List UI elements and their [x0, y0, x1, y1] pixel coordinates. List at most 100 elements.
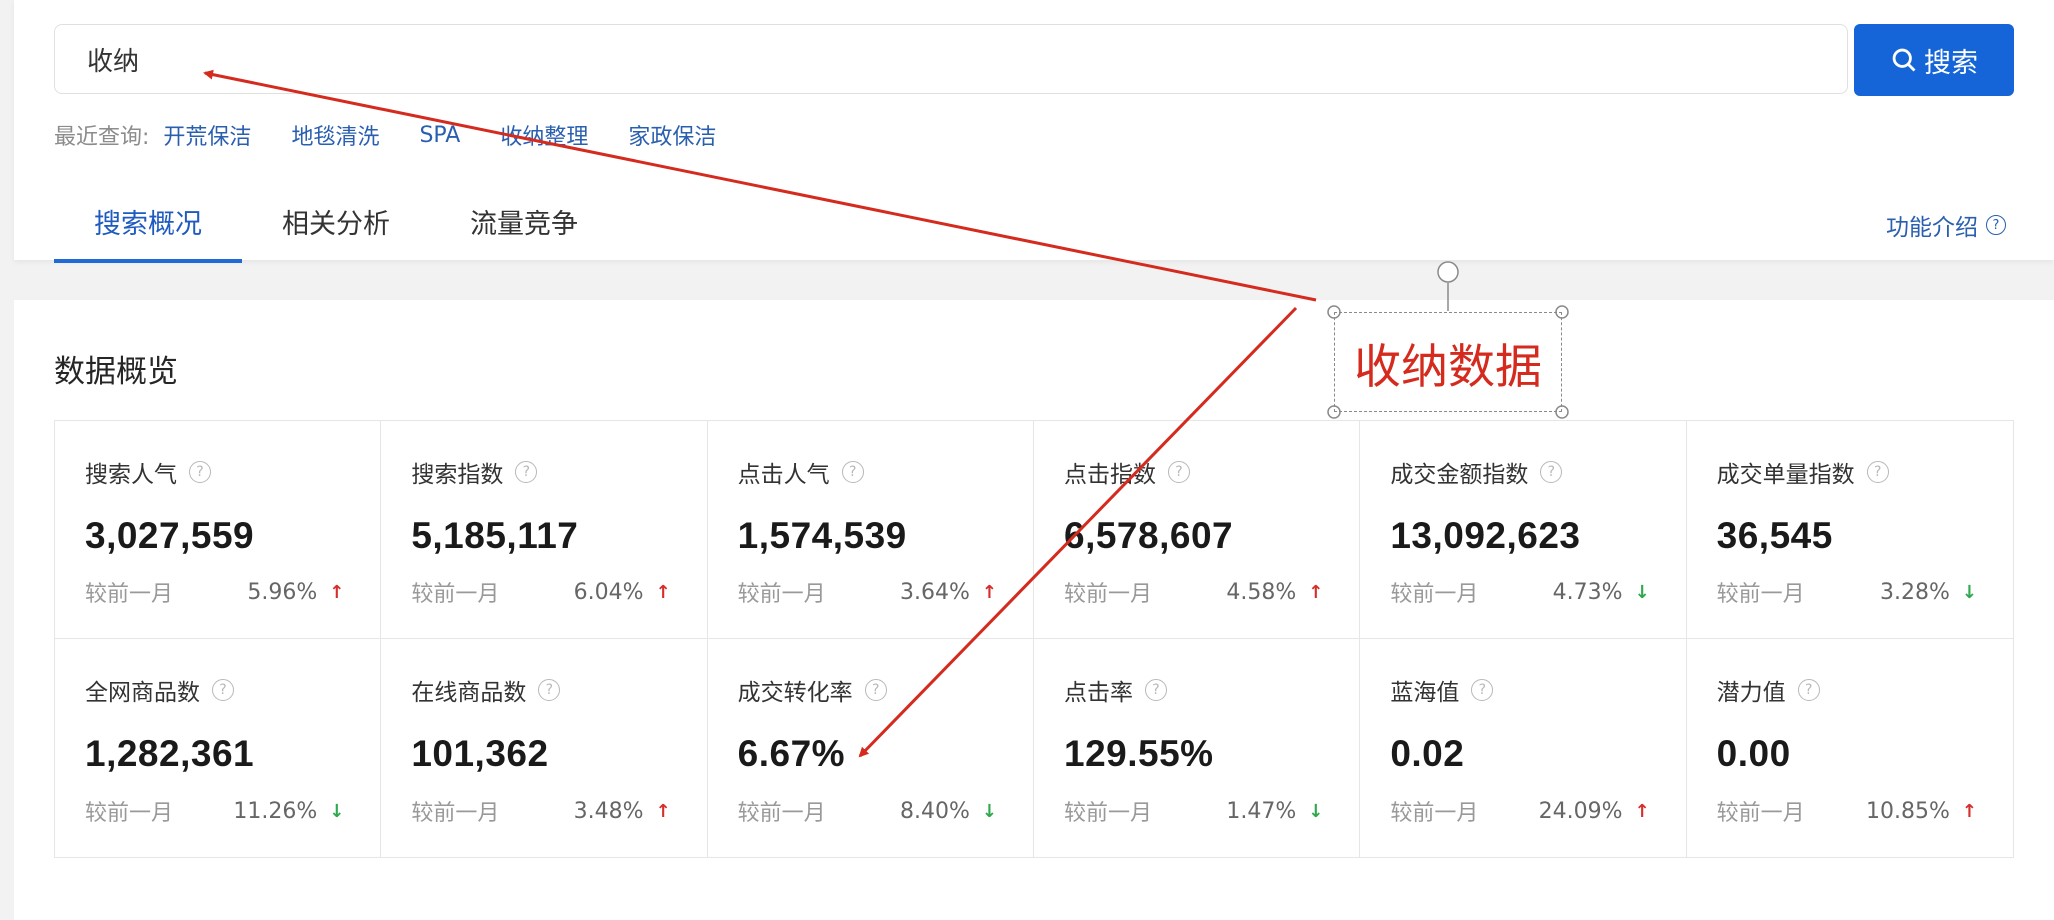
recent-query-link[interactable]: 家政保洁	[628, 119, 716, 151]
change-value: 10.85%	[1866, 798, 1950, 824]
metric-change: 11.26% ↓	[233, 799, 344, 824]
metric-value: 3,027,559	[85, 515, 255, 556]
metric-label: 成交金额指数?	[1390, 455, 1657, 489]
compare-label: 较前一月	[1390, 801, 1479, 826]
metric-compare: 较前一月 24.09% ↑	[1390, 795, 1649, 827]
help-icon[interactable]: ?	[189, 461, 211, 483]
change-value: 24.09%	[1538, 798, 1623, 824]
help-icon[interactable]: ?	[538, 679, 561, 701]
metric-label-text: 点击率	[1064, 680, 1133, 706]
compare-label: 较前一月	[1716, 801, 1805, 826]
metric-label: 全网商品数?	[85, 673, 352, 707]
arrow-down-icon: ↓	[1634, 581, 1650, 603]
arrow-down-icon: ↓	[1961, 581, 1977, 603]
metric-card: 点击指数? 6,578,607 较前一月 4.58% ↑	[1034, 421, 1361, 639]
metric-value: 0.00	[1716, 733, 1791, 774]
annotation-textbox[interactable]: 收纳数据	[1334, 312, 1562, 412]
compare-label: 较前一月	[85, 801, 174, 826]
metric-change: 1.47% ↓	[1226, 799, 1323, 824]
metric-card: 搜索人气? 3,027,559 较前一月 5.96% ↑	[55, 421, 382, 639]
change-value: 8.40%	[900, 798, 970, 824]
help-icon[interactable]: ?	[1797, 679, 1820, 701]
metric-compare: 较前一月 5.96% ↑	[85, 576, 344, 608]
tab-related-analysis[interactable]: 相关分析	[242, 192, 430, 259]
metric-compare: 较前一月 3.48% ↑	[411, 795, 670, 827]
search-input[interactable]	[54, 24, 1848, 94]
metric-change: 3.48% ↑	[574, 799, 671, 824]
help-icon[interactable]: ?	[864, 679, 887, 701]
metric-label-text: 成交金额指数	[1390, 462, 1529, 488]
metric-card: 潜力值? 0.00 较前一月 10.85% ↑	[1687, 639, 2013, 857]
recent-query-link[interactable]: 地毯清洗	[291, 119, 379, 151]
recent-query-link[interactable]: 开荒保洁	[163, 119, 251, 151]
compare-label: 较前一月	[1064, 582, 1153, 607]
help-icon[interactable]: ?	[212, 679, 234, 701]
compare-label: 较前一月	[1716, 582, 1805, 607]
arrow-down-icon: ↓	[1308, 800, 1324, 822]
metric-compare: 较前一月 11.26% ↓	[85, 795, 344, 827]
change-value: 3.28%	[1880, 579, 1950, 605]
metric-card: 成交单量指数? 36,545 较前一月 3.28% ↓	[1686, 421, 2013, 639]
rotate-handle[interactable]	[1437, 261, 1459, 283]
metric-value: 6.67%	[737, 733, 846, 774]
feature-intro-link[interactable]: 功能介绍 ?	[1886, 208, 2006, 242]
search-button[interactable]: 搜索	[1854, 24, 2014, 96]
search-button-label: 搜索	[1924, 47, 1978, 79]
metric-label: 点击指数?	[1064, 455, 1331, 489]
section-title: 数据概览	[54, 354, 178, 390]
metric-label-text: 点击人气	[737, 462, 830, 488]
search-icon	[1892, 48, 1916, 72]
recent-query-link[interactable]: 收纳整理	[500, 119, 588, 151]
metric-label: 在线商品数?	[411, 673, 678, 707]
tab-traffic-competition[interactable]: 流量竞争	[430, 192, 618, 259]
metric-label-text: 潜力值	[1716, 680, 1786, 706]
help-icon[interactable]: ?	[841, 461, 864, 483]
compare-label: 较前一月	[1390, 582, 1479, 607]
arrow-up-icon: ↑	[1634, 800, 1650, 822]
help-icon[interactable]: ?	[1540, 461, 1563, 483]
question-circle-icon: ?	[1986, 215, 2006, 235]
metric-value: 6,578,607	[1064, 515, 1234, 556]
recent-query-link[interactable]: SPA	[419, 123, 460, 148]
arrow-up-icon: ↑	[329, 581, 345, 603]
metric-label: 点击率?	[1064, 673, 1331, 707]
metric-value: 1,574,539	[737, 515, 907, 556]
metric-card: 搜索指数? 5,185,117 较前一月 6.04% ↑	[381, 421, 708, 639]
metric-card: 成交金额指数? 13,092,623 较前一月 4.73% ↓	[1360, 421, 1687, 639]
change-value: 3.64%	[900, 579, 970, 605]
metric-value: 13,092,623	[1390, 515, 1581, 556]
arrow-up-icon: ↑	[981, 581, 997, 603]
help-icon[interactable]: ?	[1471, 679, 1494, 701]
metric-compare: 较前一月 4.58% ↑	[1064, 576, 1323, 608]
metric-value: 0.02	[1390, 733, 1465, 774]
help-icon[interactable]: ?	[1168, 461, 1190, 483]
metric-compare: 较前一月 10.85% ↑	[1717, 795, 1977, 827]
change-value: 5.96%	[247, 579, 318, 605]
metric-card: 在线商品数? 101,362 较前一月 3.48% ↑	[381, 639, 708, 857]
metric-label-text: 搜索人气	[85, 462, 177, 488]
help-icon[interactable]: ?	[515, 461, 538, 483]
arrow-up-icon: ↑	[655, 800, 671, 822]
metric-label: 搜索人气?	[85, 455, 352, 489]
metric-card: 成交转化率? 6.67% 较前一月 8.40% ↓	[708, 639, 1034, 857]
compare-label: 较前一月	[411, 801, 500, 826]
metric-change: 3.64% ↑	[900, 580, 997, 605]
metric-label-text: 成交转化率	[737, 680, 853, 706]
metric-label-text: 点击指数	[1064, 462, 1156, 488]
help-icon[interactable]: ?	[1145, 679, 1167, 701]
tab-search-overview[interactable]: 搜索概况	[54, 192, 242, 263]
arrow-up-icon: ↑	[1308, 581, 1324, 603]
compare-label: 较前一月	[737, 582, 826, 607]
change-value: 4.73%	[1552, 579, 1623, 605]
help-icon[interactable]: ?	[1866, 461, 1889, 483]
metric-label-text: 全网商品数	[85, 680, 200, 706]
metric-change: 24.09% ↑	[1539, 799, 1650, 824]
compare-label: 较前一月	[85, 582, 174, 607]
change-value: 4.58%	[1226, 579, 1297, 605]
metric-value: 129.55%	[1064, 733, 1214, 774]
metric-label-text: 搜索指数	[411, 462, 504, 488]
metric-compare: 较前一月 6.04% ↑	[411, 576, 670, 608]
data-overview-panel: 数据概览 搜索人气? 3,027,559 较前一月 5.96% ↑ 搜索指数? 5,185,…	[14, 300, 2054, 920]
compare-label: 较前一月	[737, 801, 826, 826]
metric-label-text: 蓝海值	[1390, 680, 1460, 706]
